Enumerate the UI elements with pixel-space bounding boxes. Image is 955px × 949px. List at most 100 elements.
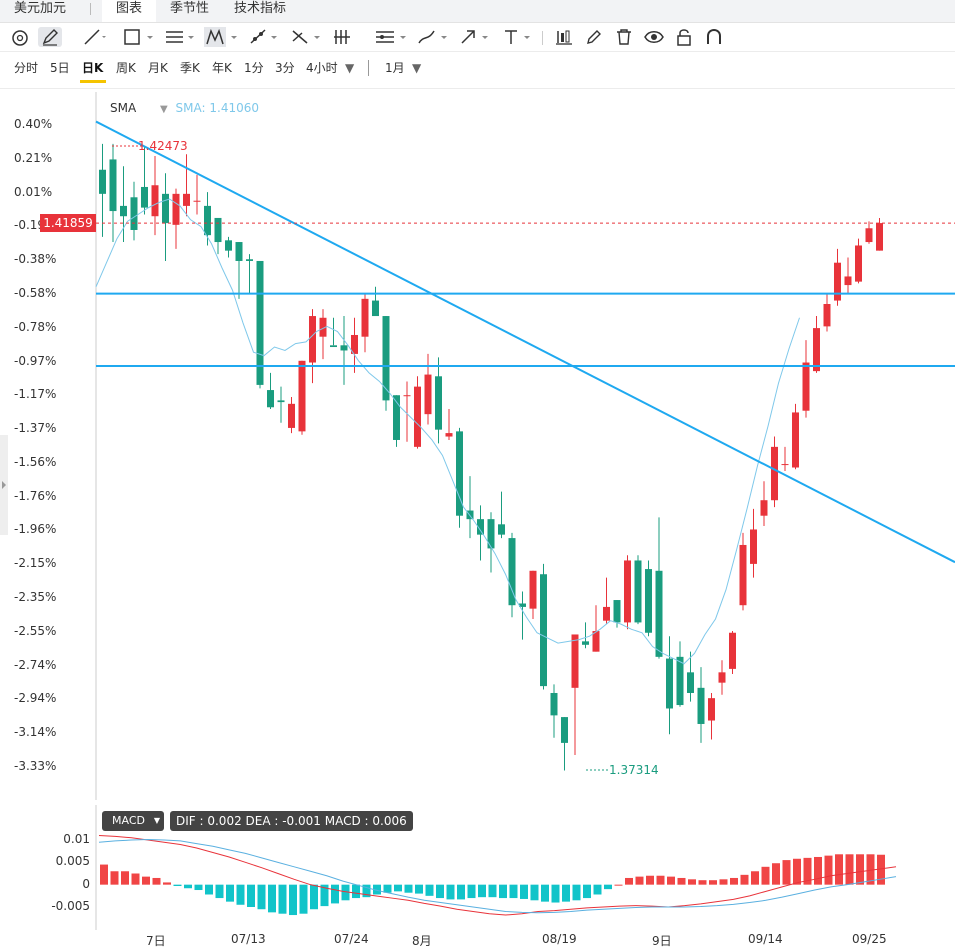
macd-bar-positive: [856, 854, 864, 885]
macd-bar-positive: [761, 866, 770, 885]
macd-bar-negative: [541, 884, 549, 902]
candle-up: [708, 698, 715, 721]
macd-bar-negative: [236, 884, 245, 905]
candle-up: [309, 316, 316, 363]
candle-up: [739, 544, 747, 606]
macd-bar-positive: [635, 876, 644, 885]
candle-down: [435, 376, 442, 430]
macd-bar-positive: [698, 880, 707, 885]
macd-bar-negative: [520, 884, 528, 899]
macd-bar-negative: [331, 884, 339, 904]
macd-bar-negative: [583, 884, 591, 899]
macd-bar-negative: [341, 884, 350, 901]
macd-bar-negative: [394, 884, 402, 892]
macd-bar-negative: [268, 884, 276, 913]
candle-up: [750, 529, 757, 564]
candle-down: [330, 345, 337, 348]
macd-bar-positive: [740, 874, 749, 885]
candle-down: [697, 687, 705, 724]
macd-bar-negative: [425, 884, 434, 896]
candle-up: [771, 446, 778, 501]
candle-up: [718, 672, 726, 683]
time-axis-tick: 09/14: [748, 932, 783, 946]
macd-bar-negative: [289, 884, 297, 916]
macd-bar-positive: [782, 860, 791, 885]
macd-chevron-icon[interactable]: ▼: [154, 811, 160, 831]
macd-bar-negative: [530, 884, 539, 901]
candle-up: [729, 632, 736, 669]
macd-axis-tick: -0.005: [51, 899, 90, 913]
candle-down: [204, 205, 211, 236]
macd-bar-positive: [803, 857, 812, 885]
macd-bar-negative: [194, 884, 203, 891]
levels-group: [95, 120, 955, 564]
candle-down: [162, 193, 169, 224]
candle-up: [288, 403, 295, 428]
macd-indicator-button[interactable]: MACD ▼: [102, 811, 164, 831]
macd-bar-negative: [562, 884, 570, 902]
macd-bar-positive: [110, 871, 119, 885]
candle-down: [634, 560, 642, 623]
macd-bar-negative: [404, 884, 413, 893]
macd-bar-positive: [845, 854, 854, 885]
macd-bar-positive: [614, 884, 623, 886]
macd-bar-positive: [100, 864, 108, 885]
macd-bar-positive: [772, 863, 780, 885]
candle-down: [340, 345, 348, 351]
macd-bar-negative: [551, 884, 560, 903]
candle-down: [676, 656, 684, 706]
macd-bar-negative: [320, 884, 329, 907]
price-chart[interactable]: 1.42473 1.37314: [0, 0, 955, 800]
candle-down: [267, 390, 274, 408]
macd-bar-negative: [362, 884, 371, 898]
macd-bar-negative: [415, 884, 423, 894]
candle-up: [193, 200, 201, 202]
macd-bar-positive: [824, 855, 833, 885]
macd-bar-positive: [677, 877, 686, 885]
trendline: [95, 120, 955, 564]
time-axis-tick: 7日: [146, 934, 166, 948]
candle-up: [172, 193, 180, 225]
macd-bar-positive: [667, 876, 675, 885]
candle-down: [666, 658, 673, 709]
macd-axis-tick: 0: [82, 876, 90, 891]
candle-down: [498, 524, 505, 535]
macd-bar-positive: [719, 879, 728, 885]
candle-down: [382, 316, 390, 401]
macd-bar-positive: [814, 856, 822, 885]
macd-bar-positive: [646, 875, 654, 885]
candle-up: [361, 298, 369, 337]
sma-line: [95, 198, 800, 665]
macd-bar-negative: [488, 884, 497, 898]
candle-up: [844, 276, 852, 286]
candle-down: [109, 159, 117, 212]
macd-bar-negative: [604, 884, 612, 890]
macd-bar-positive: [709, 880, 717, 885]
candle-up: [624, 560, 631, 623]
candle-down: [99, 169, 106, 194]
candle-up: [571, 634, 579, 688]
macd-bar-positive: [688, 879, 696, 885]
candle-down: [645, 569, 652, 633]
candle-down: [277, 400, 285, 403]
candle-up: [151, 185, 159, 217]
candle-up: [813, 328, 820, 372]
macd-bar-negative: [205, 884, 213, 895]
candle-up: [834, 262, 841, 301]
time-axis-tick: 07/24: [334, 932, 369, 946]
macd-bar-negative: [226, 884, 234, 902]
macd-dea-line: [98, 839, 897, 914]
macd-bar-positive: [163, 882, 171, 885]
macd-axis-tick: 0.005: [55, 854, 90, 869]
macd-bar-negative: [173, 884, 182, 887]
macd-bar-positive: [656, 875, 665, 885]
macd-bar-positive: [121, 871, 129, 885]
high-price-label: 1.42473: [138, 139, 188, 153]
macd-button-label: MACD: [112, 814, 145, 827]
macd-bar-negative: [467, 884, 476, 899]
candle-down: [246, 259, 253, 261]
macd-bar-negative: [373, 884, 381, 895]
time-axis-tick: 09/25: [852, 932, 887, 946]
candle-up: [855, 245, 862, 282]
macd-bar-negative: [299, 884, 308, 914]
